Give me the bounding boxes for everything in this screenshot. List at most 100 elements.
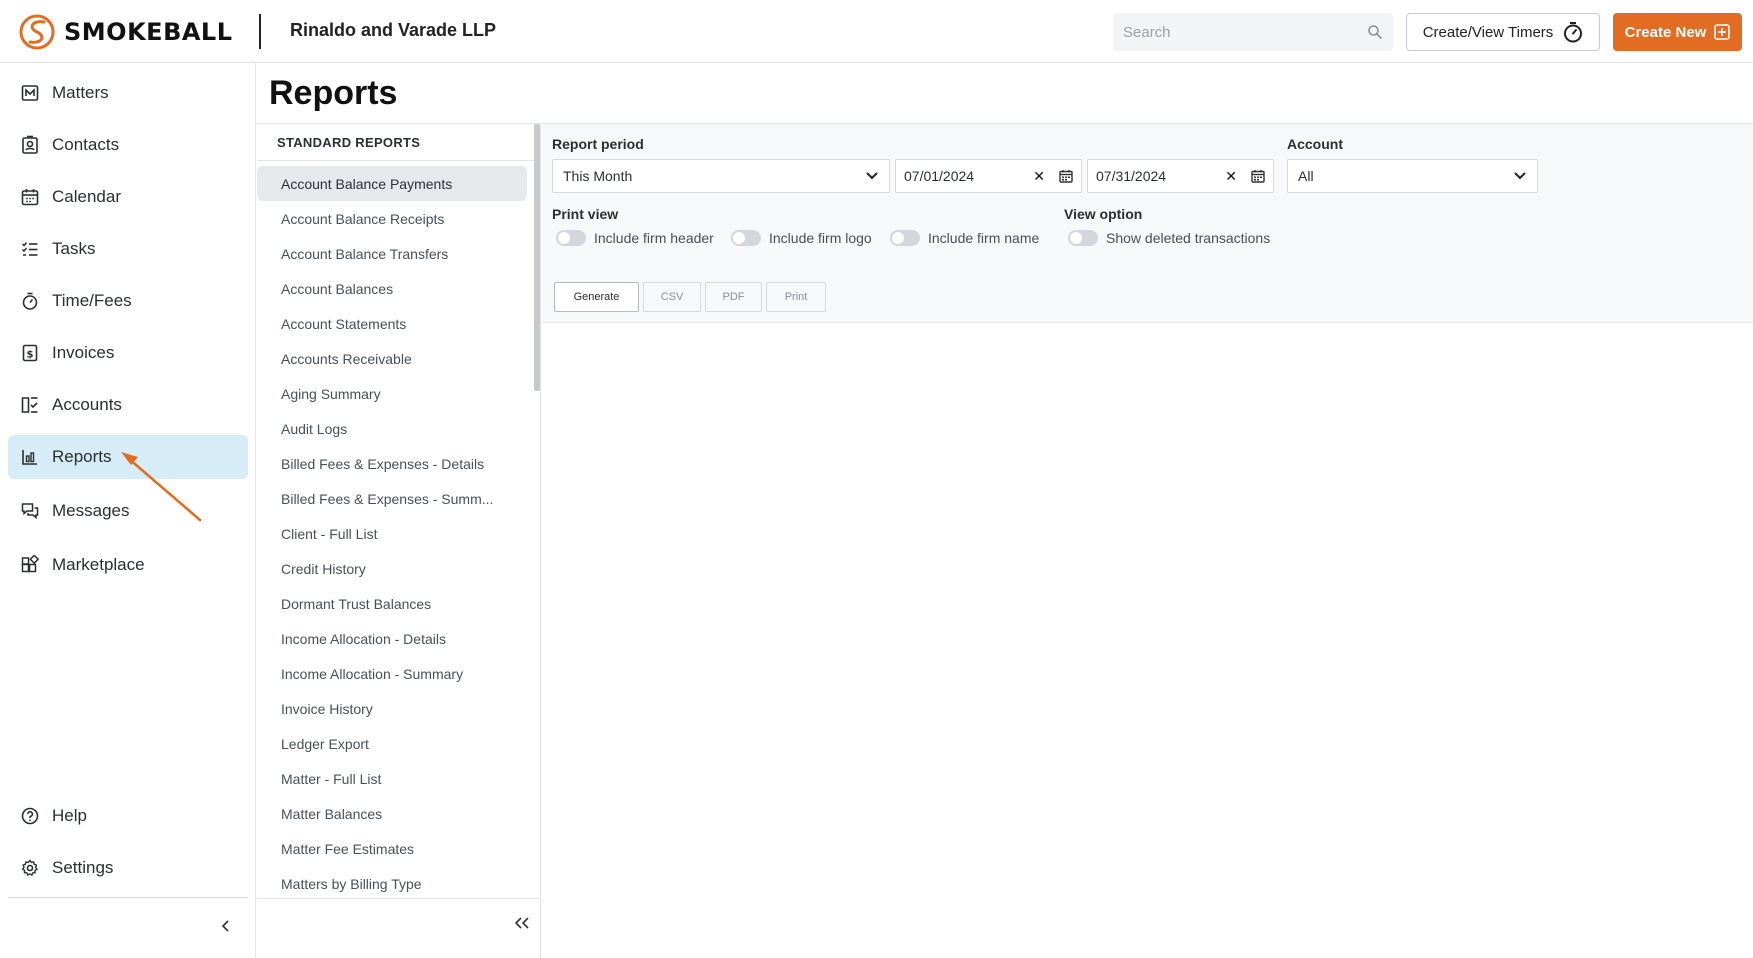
sidebar-item-reports[interactable]: Reports <box>8 435 248 479</box>
report-item[interactable]: Matters by Billing Type <box>257 866 527 901</box>
report-item-account-balance-payments[interactable]: Account Balance Payments <box>257 166 527 201</box>
sidebar-item-invoices[interactable]: $ Invoices <box>8 331 248 375</box>
report-item[interactable]: Accounts Receivable <box>257 341 527 376</box>
smokeball-logo[interactable]: SMOKEBALL <box>18 14 233 50</box>
standard-reports-header: STANDARD REPORTS <box>277 135 421 150</box>
report-item[interactable]: Income Allocation - Summary <box>257 656 527 691</box>
toggle-label: Include firm name <box>928 230 1040 246</box>
calendar-icon[interactable] <box>1059 169 1073 183</box>
report-filters-panel: Report period This Month 07/01/2024 ✕ 07… <box>542 124 1753 323</box>
report-item[interactable]: Client - Full List <box>257 516 527 551</box>
calendar-icon[interactable] <box>1251 169 1265 183</box>
clear-start-date-icon[interactable]: ✕ <box>1033 168 1045 185</box>
report-item[interactable]: Audit Logs <box>257 411 527 446</box>
sidebar-item-label: Invoices <box>52 343 115 362</box>
report-item[interactable]: Matter Fee Estimates <box>257 831 527 866</box>
report-item[interactable]: Dormant Trust Balances <box>257 586 527 621</box>
toggle-switch[interactable] <box>731 230 761 246</box>
create-view-timers-button[interactable]: Create/View Timers <box>1406 13 1600 51</box>
create-new-label: Create New <box>1624 23 1707 41</box>
reports-scrollbar[interactable] <box>534 124 540 391</box>
sidebar-item-label: Messages <box>52 501 130 520</box>
sidebar-item-messages[interactable]: Messages <box>8 489 248 533</box>
report-period-select[interactable]: This Month <box>552 159 890 193</box>
sidebar-item-label: Settings <box>52 858 114 877</box>
sidebar-item-marketplace[interactable]: Marketplace <box>8 543 248 587</box>
report-item[interactable]: Ledger Export <box>257 726 527 761</box>
sidebar-item-tasks[interactable]: Tasks <box>8 227 248 271</box>
generate-button[interactable]: Generate <box>554 282 639 312</box>
report-item[interactable]: Account Balance Transfers <box>257 236 527 271</box>
gear-icon <box>21 859 39 876</box>
report-item[interactable]: Invoice History <box>257 691 527 726</box>
chevron-down-icon <box>1514 172 1526 180</box>
toggle-switch[interactable] <box>890 230 920 246</box>
report-item[interactable]: Matter - Full List <box>257 761 527 796</box>
toggle-switch[interactable] <box>556 230 586 246</box>
report-item[interactable]: Income Allocation - Details <box>257 621 527 656</box>
report-item[interactable]: Aging Summary <box>257 376 527 411</box>
top-header: SMOKEBALL Rinaldo and Varade LLP Create/… <box>0 0 1753 63</box>
calendar-icon <box>21 189 39 206</box>
sidebar-item-label: Accounts <box>52 395 122 414</box>
list-footer-divider <box>257 898 540 899</box>
collapse-reports-list-button[interactable] <box>510 911 534 935</box>
report-item[interactable]: Account Balances <box>257 271 527 306</box>
view-option-label: View option <box>1064 206 1143 222</box>
timers-label: Create/View Timers <box>1422 23 1554 41</box>
sidebar-item-time-fees[interactable]: Time/Fees <box>8 279 248 323</box>
start-date-field[interactable]: 07/01/2024 ✕ <box>895 159 1082 193</box>
toggle-show-deleted-transactions[interactable]: Show deleted transactions <box>1068 230 1270 246</box>
toggle-include-firm-logo[interactable]: Include firm logo <box>731 230 872 246</box>
report-item[interactable]: Account Balance Receipts <box>257 201 527 236</box>
end-date-field[interactable]: 07/31/2024 ✕ <box>1087 159 1274 193</box>
search-icon[interactable] <box>1367 24 1383 40</box>
tasks-icon <box>21 242 38 256</box>
search-box[interactable] <box>1113 13 1393 51</box>
matters-icon <box>21 85 39 101</box>
sidebar-item-help[interactable]: Help <box>8 794 248 838</box>
stopwatch-icon <box>1564 22 1583 43</box>
sidebar-item-accounts[interactable]: Accounts <box>8 383 248 427</box>
sidebar-item-calendar[interactable]: Calendar <box>8 175 248 219</box>
toggle-switch[interactable] <box>1068 230 1098 246</box>
report-item[interactable]: Matter Balances <box>257 796 527 831</box>
account-select[interactable]: All <box>1287 159 1538 193</box>
report-item[interactable]: Billed Fees & Expenses - Details <box>257 446 527 481</box>
sidebar-item-label: Time/Fees <box>52 291 132 310</box>
toggle-include-firm-name[interactable]: Include firm name <box>890 230 1039 246</box>
help-icon <box>21 807 39 825</box>
start-date-value: 07/01/2024 <box>904 168 975 184</box>
toggle-label: Show deleted transactions <box>1106 230 1271 246</box>
toggle-include-firm-header[interactable]: Include firm header <box>556 230 714 246</box>
firm-name: Rinaldo and Varade LLP <box>290 20 497 40</box>
sidebar-item-contacts[interactable]: Contacts <box>8 123 248 167</box>
report-item[interactable]: Billed Fees & Expenses - Summ... <box>257 481 527 516</box>
sidebar-item-label: Matters <box>52 83 109 102</box>
print-button[interactable]: Print <box>766 282 826 312</box>
sidebar-item-label: Reports <box>52 447 112 466</box>
sidebar-item-settings[interactable]: Settings <box>8 846 248 890</box>
stopwatch-icon <box>22 292 38 310</box>
clear-end-date-icon[interactable]: ✕ <box>1225 168 1237 185</box>
sidebar-item-label: Marketplace <box>52 555 145 574</box>
collapse-sidebar-button[interactable] <box>214 914 238 938</box>
csv-button[interactable]: CSV <box>643 282 701 312</box>
sidebar-item-label: Contacts <box>52 135 120 154</box>
pdf-button[interactable]: PDF <box>705 282 762 312</box>
report-item[interactable]: Credit History <box>257 551 527 586</box>
create-new-button[interactable]: Create New <box>1613 13 1742 51</box>
messages-icon <box>21 503 39 520</box>
sidebar-item-matters[interactable]: Matters <box>8 71 248 115</box>
plus-square-icon <box>1714 24 1731 40</box>
chevron-down-icon <box>866 172 878 180</box>
report-period-label: Report period <box>552 136 644 152</box>
sidebar-item-label: Calendar <box>52 187 121 206</box>
report-period-value: This Month <box>563 168 633 184</box>
standard-reports-panel: STANDARD REPORTS Account Balance Payment… <box>257 124 541 958</box>
header-divider <box>259 14 261 49</box>
toggle-label: Include firm header <box>594 230 714 246</box>
account-value: All <box>1298 168 1314 184</box>
search-input[interactable] <box>1123 23 1367 41</box>
report-item[interactable]: Account Statements <box>257 306 527 341</box>
